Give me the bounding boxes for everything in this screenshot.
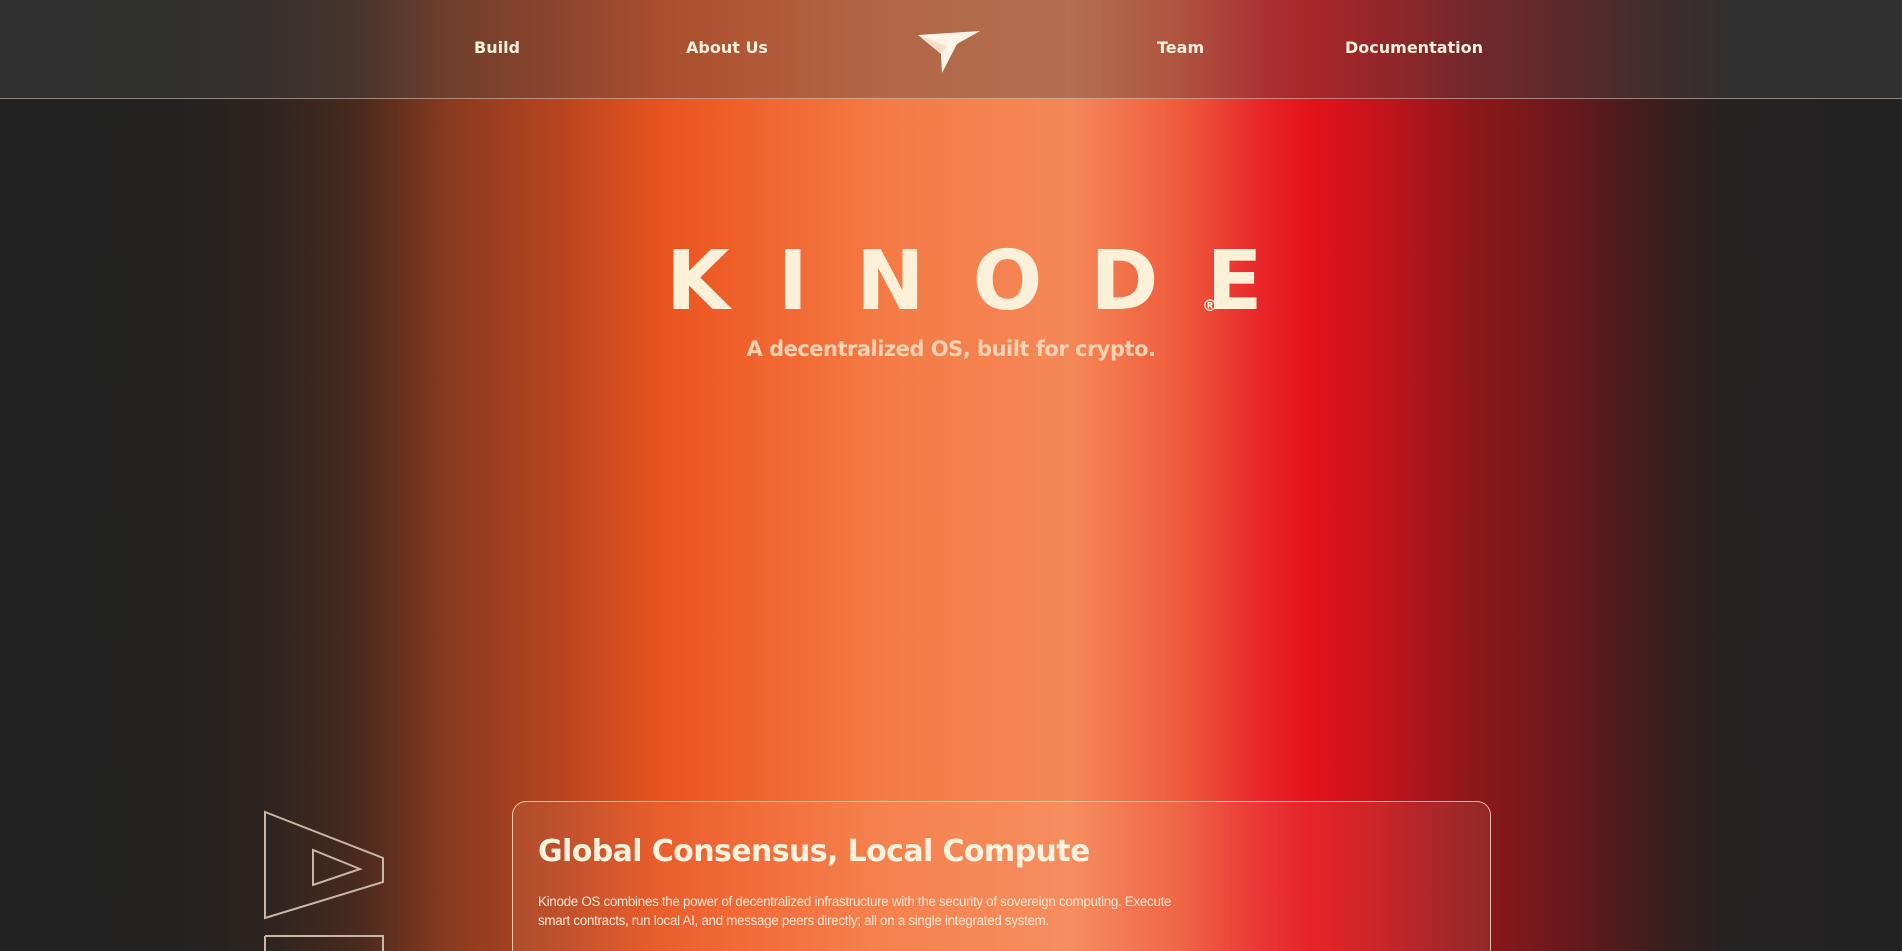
nav-link-about-us[interactable]: About Us [686, 38, 768, 57]
feature-card: Global Consensus, Local Compute Kinode O… [512, 801, 1491, 951]
nav-link-build[interactable]: Build [474, 38, 520, 57]
nav-link-documentation[interactable]: Documentation [1345, 38, 1483, 57]
registered-trademark-mark: ® [1202, 296, 1218, 315]
hero-subtitle: A decentralized OS, built for crypto. [746, 337, 1156, 361]
top-navbar: Build About Us Team Documentation [0, 0, 1902, 99]
feature-card-description: Kinode OS combines the power of decentra… [538, 894, 1172, 928]
page: Build About Us Team Documentation KINODE… [0, 0, 1902, 951]
background-outline-letters [264, 810, 384, 951]
nav-link-team[interactable]: Team [1157, 38, 1204, 57]
bird-logo-icon[interactable] [916, 27, 984, 75]
feature-card-title: Global Consensus, Local Compute [538, 834, 1090, 869]
hero-wordmark: KINODE [666, 232, 1262, 332]
